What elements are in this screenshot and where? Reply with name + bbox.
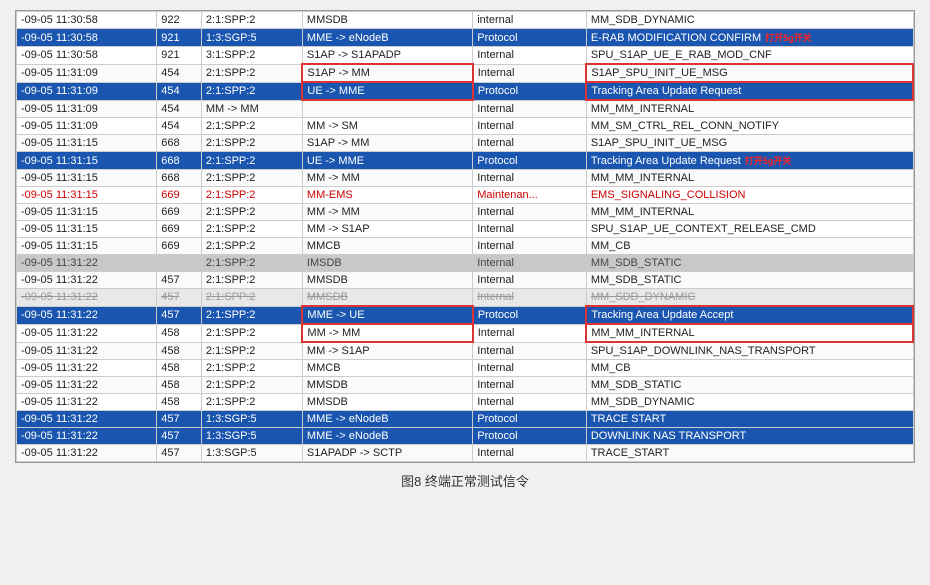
table-row[interactable]: -09-05 11:31:094542:1:SPP:2UE -> MMEProt… bbox=[17, 82, 914, 100]
table-row[interactable]: -09-05 11:31:222:1:SPP:2IMSDBInternalMM_… bbox=[17, 255, 914, 272]
table-row[interactable]: -09-05 11:31:224571:3:SGP:5MME -> eNodeB… bbox=[17, 411, 914, 428]
annotation-label: 打开5g开关 bbox=[745, 156, 792, 166]
table-row[interactable]: -09-05 11:31:156692:1:SPP:2MM -> MMInter… bbox=[17, 204, 914, 221]
table-row[interactable]: -09-05 11:31:156682:1:SPP:2S1AP -> MMInt… bbox=[17, 135, 914, 152]
table-row[interactable]: -09-05 11:31:224572:1:SPP:2MMSDBInternal… bbox=[17, 272, 914, 289]
table-row[interactable]: -09-05 11:31:224582:1:SPP:2MM -> S1APInt… bbox=[17, 342, 914, 360]
table-row[interactable]: -09-05 11:31:156682:1:SPP:2UE -> MMEProt… bbox=[17, 152, 914, 170]
table-row[interactable]: -09-05 11:30:589222:1:SPP:2MMSDBinternal… bbox=[17, 12, 914, 29]
table-row[interactable]: -09-05 11:31:094542:1:SPP:2MM -> SMInter… bbox=[17, 118, 914, 135]
table-row[interactable]: -09-05 11:31:224582:1:SPP:2MM -> MMInter… bbox=[17, 324, 914, 342]
table-row[interactable]: -09-05 11:31:156692:1:SPP:2MMCBInternalM… bbox=[17, 238, 914, 255]
table-row[interactable]: -09-05 11:31:156692:1:SPP:2MM -> S1APInt… bbox=[17, 221, 914, 238]
table-row[interactable]: -09-05 11:31:224572:1:SPP:2MME -> UEProt… bbox=[17, 306, 914, 324]
table-row[interactable]: -09-05 11:30:589213:1:SPP:2S1AP -> S1APA… bbox=[17, 47, 914, 65]
table-row[interactable]: -09-05 11:31:224572:1:SPP:2MMSDBInternal… bbox=[17, 289, 914, 307]
table-row[interactable]: -09-05 11:30:589211:3:SGP:5MME -> eNodeB… bbox=[17, 29, 914, 47]
table-row[interactable]: -09-05 11:31:224571:3:SGP:5MME -> eNodeB… bbox=[17, 428, 914, 445]
table-row[interactable]: -09-05 11:31:224582:1:SPP:2MMCBInternalM… bbox=[17, 360, 914, 377]
signal-table: -09-05 11:30:589222:1:SPP:2MMSDBinternal… bbox=[15, 10, 915, 463]
table-row[interactable]: -09-05 11:31:156682:1:SPP:2MM -> MMInter… bbox=[17, 170, 914, 187]
table-row[interactable]: -09-05 11:31:224571:3:SGP:5S1APADP -> SC… bbox=[17, 445, 914, 462]
table-row[interactable]: -09-05 11:31:224582:1:SPP:2MMSDBInternal… bbox=[17, 394, 914, 411]
table-row[interactable]: -09-05 11:31:094542:1:SPP:2S1AP -> MMInt… bbox=[17, 64, 914, 82]
table-row[interactable]: -09-05 11:31:09454MM -> MMInternalMM_MM_… bbox=[17, 100, 914, 118]
table-row[interactable]: -09-05 11:31:156692:1:SPP:2MM-EMSMainten… bbox=[17, 187, 914, 204]
table-row[interactable]: -09-05 11:31:224582:1:SPP:2MMSDBInternal… bbox=[17, 377, 914, 394]
figure-caption: 图8 终端正常测试信令 bbox=[401, 471, 529, 490]
annotation-label: 打开5g开关 bbox=[765, 33, 812, 43]
